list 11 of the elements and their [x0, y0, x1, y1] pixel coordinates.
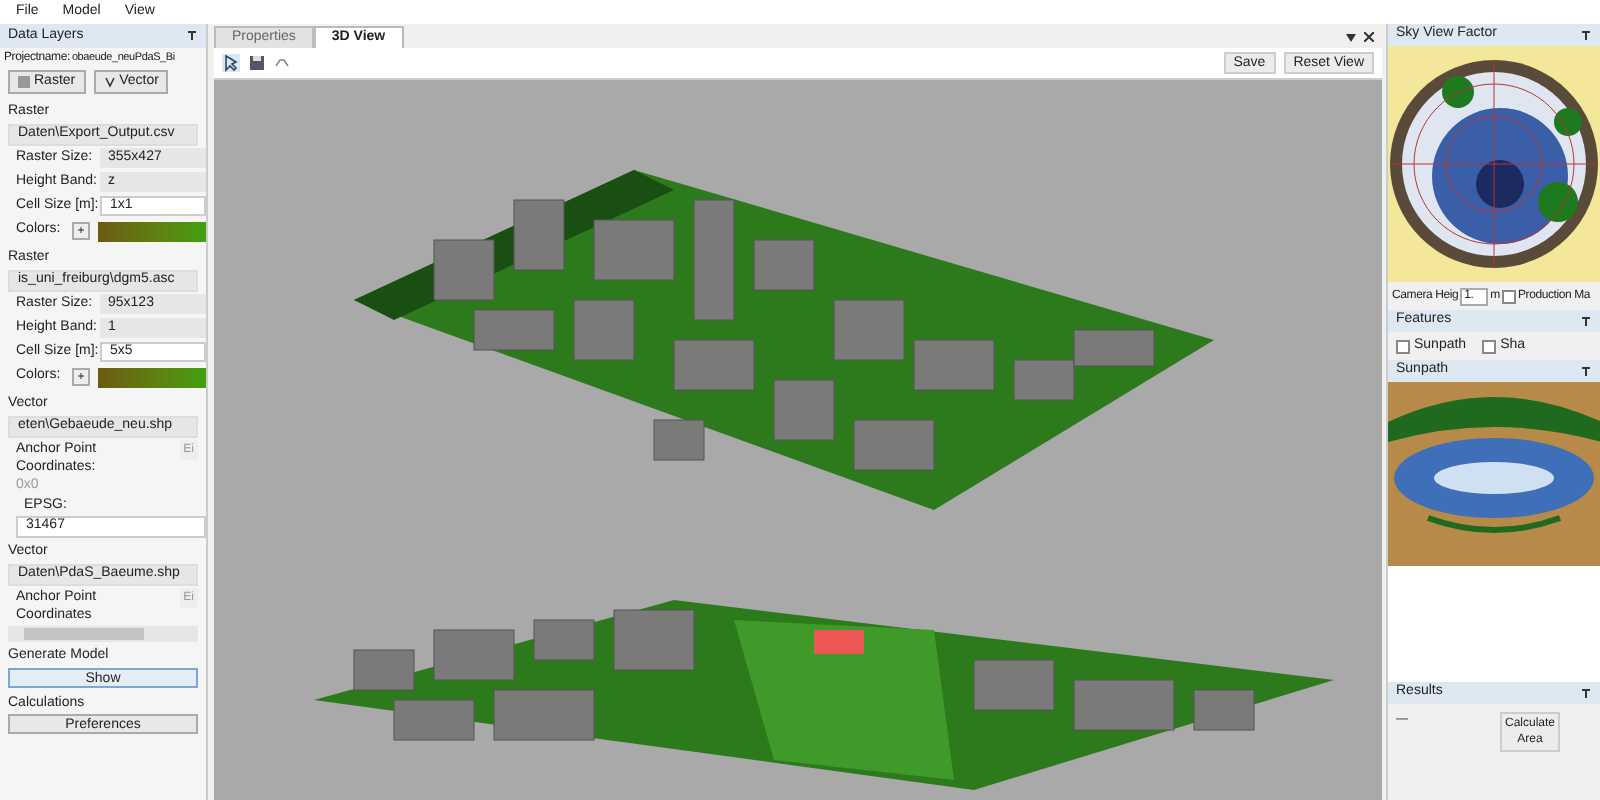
horizontal-scrollbar[interactable] [8, 626, 198, 642]
color-ramp [98, 221, 206, 241]
checkbox[interactable] [1396, 339, 1410, 353]
color-ramp [98, 367, 206, 387]
vector-icon [103, 76, 116, 88]
close-icon[interactable] [1364, 32, 1374, 42]
grid-icon [18, 76, 30, 88]
pointer-tool-icon[interactable] [222, 54, 240, 72]
dropdown-icon[interactable] [1346, 34, 1356, 42]
checkbox[interactable] [1501, 289, 1516, 303]
checkbox[interactable] [1482, 339, 1497, 353]
